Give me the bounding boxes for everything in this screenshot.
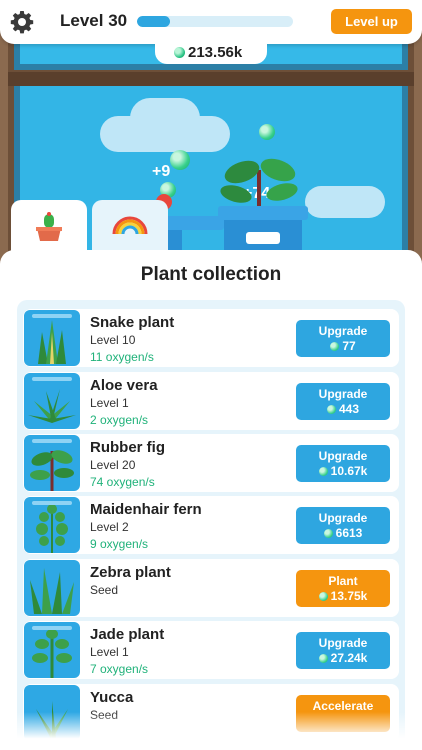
plant-oxygen-rate: 9 oxygen/s bbox=[90, 537, 149, 551]
zebra-plant-thumbnail bbox=[24, 560, 80, 616]
plant-oxygen-rate: 2 oxygen/s bbox=[90, 413, 149, 427]
cost-value: 13.75k bbox=[330, 589, 368, 603]
upgrade-button[interactable]: Upgrade 77 bbox=[296, 320, 390, 357]
oxygen-counter: 213.56k bbox=[155, 40, 267, 64]
upgrade-button[interactable]: Upgrade 443 bbox=[296, 383, 390, 420]
plant-level: Level 2 bbox=[90, 520, 129, 534]
button-label: Plant bbox=[328, 574, 358, 588]
pot-label bbox=[246, 232, 280, 244]
button-label: Upgrade bbox=[318, 449, 368, 463]
oxygen-icon bbox=[174, 47, 185, 58]
upgrade-button[interactable]: Upgrade 6613 bbox=[296, 507, 390, 544]
plant-name: Maidenhair fern bbox=[90, 501, 202, 518]
oxygen-gain-popup: +9 bbox=[152, 163, 171, 180]
rainbow-icon bbox=[112, 216, 148, 235]
plant-level: Seed bbox=[90, 583, 119, 597]
plant-row-aloe-vera: Aloe vera Level 1 2 oxygen/s Upgrade 443 bbox=[23, 372, 399, 430]
plant-button[interactable]: Plant 13.75k bbox=[296, 570, 390, 607]
gear-icon[interactable] bbox=[10, 10, 34, 34]
plant-name: Jade plant bbox=[90, 626, 165, 643]
plant-row-snake-plant: Snake plant Level 10 11 oxygen/s Upgrade… bbox=[23, 309, 399, 367]
button-cost: 27.24k bbox=[296, 651, 390, 665]
jade-plant-icon bbox=[32, 629, 72, 678]
plant-name: Rubber fig bbox=[90, 439, 165, 456]
level-up-button[interactable]: Level up bbox=[331, 9, 412, 34]
oxygen-icon bbox=[323, 529, 333, 538]
cost-value: 6613 bbox=[335, 526, 363, 540]
button-cost: 6613 bbox=[296, 526, 390, 540]
aloe-vera-thumbnail bbox=[24, 373, 80, 429]
plant-row-zebra-plant: Zebra plant Seed Plant 13.75k bbox=[23, 559, 399, 617]
rubber-fig-thumbnail bbox=[24, 435, 80, 491]
cost-value: 27.24k bbox=[330, 651, 368, 665]
button-label: Upgrade bbox=[318, 387, 368, 401]
oxygen-total: 213.56k bbox=[188, 44, 243, 61]
thumb-highlight bbox=[32, 626, 72, 630]
cloud bbox=[305, 186, 385, 218]
thumb-highlight bbox=[32, 439, 72, 443]
plant-oxygen-rate: 7 oxygen/s bbox=[90, 662, 149, 676]
button-cost: 13.75k bbox=[296, 589, 390, 603]
oxygen-icon bbox=[318, 654, 328, 663]
top-bar: Level 30 Level up bbox=[0, 0, 422, 44]
plant-name: Zebra plant bbox=[90, 564, 171, 581]
zebra-plant-icon bbox=[30, 568, 74, 614]
upgrade-button[interactable]: Upgrade 10.67k bbox=[296, 445, 390, 482]
list-bottom-fade bbox=[0, 712, 422, 750]
cost-value: 10.67k bbox=[330, 464, 368, 478]
thumb-highlight bbox=[32, 377, 72, 381]
cost-value: 77 bbox=[342, 339, 356, 353]
aloe-vera-icon bbox=[28, 389, 76, 423]
window-sill bbox=[8, 72, 414, 86]
plant-level: Level 20 bbox=[90, 458, 136, 472]
oxygen-icon bbox=[318, 592, 328, 601]
oxygen-bubble[interactable] bbox=[259, 124, 275, 140]
oxygen-icon bbox=[330, 342, 340, 351]
button-cost: 77 bbox=[296, 339, 390, 353]
plant-level: Level 1 bbox=[90, 645, 129, 659]
upgrade-button[interactable]: Upgrade 27.24k bbox=[296, 632, 390, 669]
button-label: Upgrade bbox=[318, 636, 368, 650]
plant-row-rubber-fig: Rubber fig Level 20 74 oxygen/s Upgrade … bbox=[23, 434, 399, 492]
plant-name: Aloe vera bbox=[90, 377, 158, 394]
level-label: Level 30 bbox=[60, 11, 128, 30]
cloud bbox=[130, 98, 200, 138]
plant-level: Level 1 bbox=[90, 396, 129, 410]
plant-oxygen-rate: 74 oxygen/s bbox=[90, 475, 155, 489]
jade-plant-thumbnail bbox=[24, 622, 80, 678]
xp-progress-fill bbox=[137, 16, 170, 27]
plant-list[interactable]: Snake plant Level 10 11 oxygen/s Upgrade… bbox=[17, 300, 405, 750]
rubber-fig-icon bbox=[30, 450, 74, 491]
plant-oxygen-rate: 11 oxygen/s bbox=[90, 350, 154, 364]
snake-plant-icon bbox=[38, 320, 66, 364]
cost-value: 443 bbox=[338, 402, 360, 416]
button-label: Upgrade bbox=[318, 324, 368, 338]
button-cost: 10.67k bbox=[296, 464, 390, 478]
plant-name: Yucca bbox=[90, 689, 134, 706]
thumb-highlight bbox=[32, 501, 72, 505]
plant-name: Snake plant bbox=[90, 314, 175, 331]
rubber-fig-plant-icon[interactable] bbox=[212, 150, 306, 214]
button-label: Upgrade bbox=[318, 511, 368, 525]
plant-row-maidenhair-fern: Maidenhair fern Level 2 9 oxygen/s Upgra… bbox=[23, 496, 399, 554]
oxygen-icon bbox=[326, 405, 336, 414]
cactus-pot-icon bbox=[36, 212, 62, 241]
oxygen-bubble[interactable] bbox=[170, 150, 190, 170]
panel-title: Plant collection bbox=[140, 264, 282, 285]
maidenhair-fern-thumbnail bbox=[24, 497, 80, 553]
thumb-highlight bbox=[32, 314, 72, 318]
maidenhair-fern-icon bbox=[36, 504, 68, 553]
snake-plant-thumbnail bbox=[24, 310, 80, 366]
button-cost: 443 bbox=[296, 402, 390, 416]
plant-row-jade-plant: Jade plant Level 1 7 oxygen/s Upgrade 27… bbox=[23, 621, 399, 679]
xp-progress-bar bbox=[137, 16, 293, 27]
oxygen-icon bbox=[318, 467, 328, 476]
button-label: Accelerate bbox=[312, 699, 374, 713]
plant-level: Level 10 bbox=[90, 333, 136, 347]
